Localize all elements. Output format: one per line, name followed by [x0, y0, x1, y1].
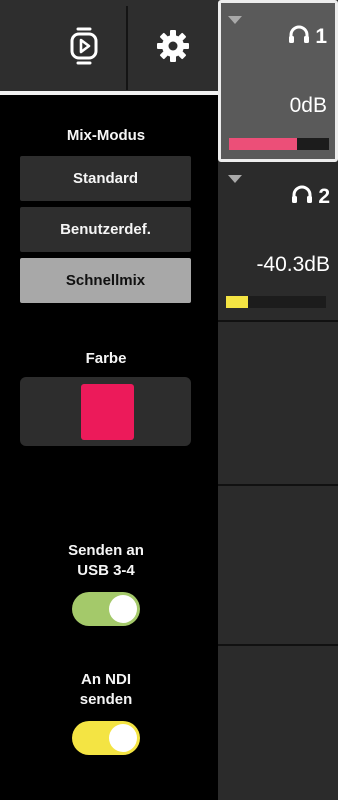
level-meter: [229, 138, 329, 150]
mix-level: -40.3dB: [256, 253, 330, 276]
send-usb-label: Senden an USB 3-4: [68, 542, 144, 579]
mix-card-2[interactable]: 2 -40.3dB: [218, 166, 338, 320]
toggle-knob: [109, 724, 137, 752]
mix-number: 1: [315, 25, 327, 48]
level-meter: [226, 296, 326, 308]
send-ndi-toggle[interactable]: [72, 721, 140, 755]
mix-list: 1 0dB 2 -40.3dB: [218, 0, 338, 800]
expand-triangle-icon: [228, 175, 242, 183]
empty-mix-slot[interactable]: [218, 646, 338, 800]
mix-card-1[interactable]: 1 0dB: [218, 0, 338, 162]
mode-standard-button[interactable]: Standard: [20, 156, 191, 201]
send-ndi-label: An NDI senden: [79, 671, 133, 708]
mode-quickmix-button[interactable]: Schnellmix: [20, 258, 191, 303]
mix-level: 0dB: [289, 94, 327, 117]
mix-header: 2: [291, 184, 330, 210]
mix-number: 2: [318, 185, 330, 208]
playout-button[interactable]: [42, 6, 126, 90]
settings-button[interactable]: [128, 6, 218, 90]
toggle-knob: [109, 595, 137, 623]
color-picker[interactable]: [20, 377, 191, 446]
color-label: Farbe: [85, 350, 127, 367]
expand-triangle-icon: [228, 16, 242, 24]
send-usb-toggle[interactable]: [72, 592, 140, 626]
empty-mix-slot[interactable]: [218, 322, 338, 484]
mix-header: 1: [288, 24, 327, 50]
playout-icon: [69, 26, 99, 71]
mix-mode-label: Mix-Modus: [66, 127, 146, 144]
selected-tab-underline: [0, 91, 218, 95]
gear-icon: [155, 28, 191, 69]
level-meter-fill: [229, 138, 297, 150]
mix-settings-panel: Mix-Modus Standard Benutzerdef. Schnellm…: [0, 0, 218, 800]
empty-mix-slot[interactable]: [218, 486, 338, 644]
headphones-icon: [288, 24, 310, 50]
mode-custom-button[interactable]: Benutzerdef.: [20, 207, 191, 252]
top-toolbar: [0, 0, 218, 91]
level-meter-fill: [226, 296, 248, 308]
headphones-icon: [291, 184, 313, 210]
color-swatch[interactable]: [81, 384, 134, 440]
